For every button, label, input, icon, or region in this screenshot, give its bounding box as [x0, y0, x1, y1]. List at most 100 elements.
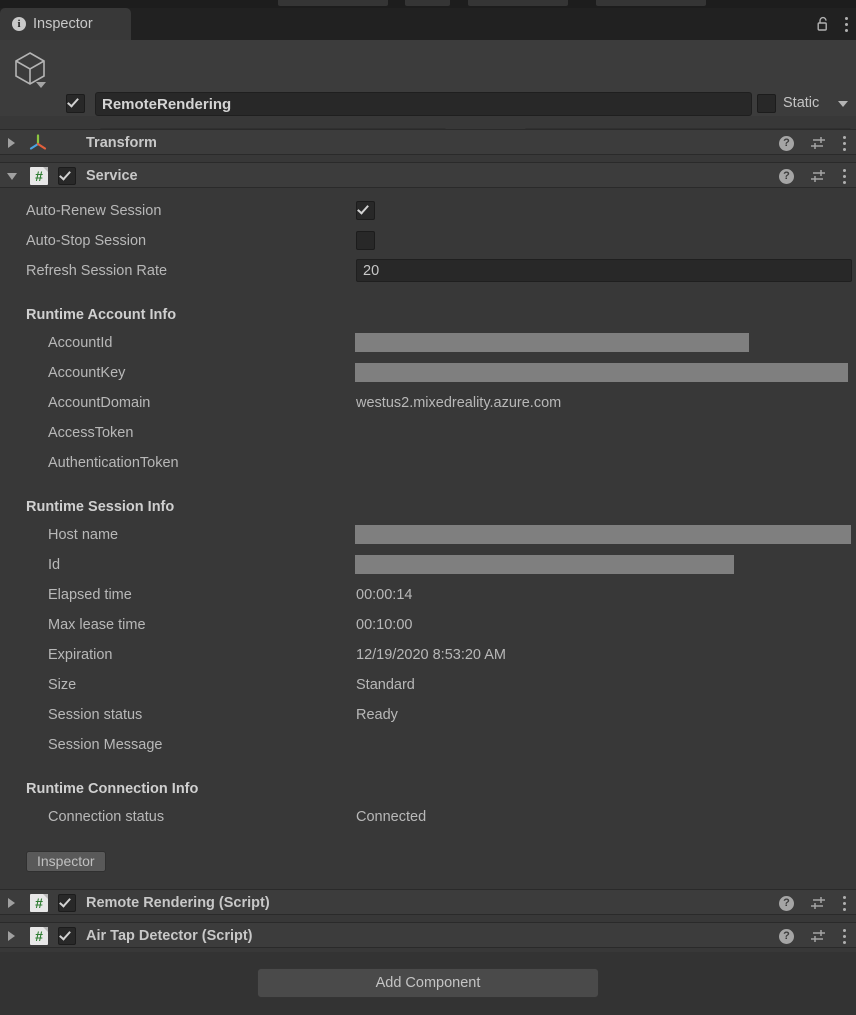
static-checkbox[interactable]: [757, 94, 776, 113]
tab-inspector-label: Inspector: [33, 16, 93, 32]
component-title-air-tap-detector: Air Tap Detector (Script): [86, 928, 253, 944]
property-label: Id: [48, 557, 61, 573]
component-title-transform: Transform: [86, 135, 157, 151]
inspector-button[interactable]: Inspector: [26, 851, 106, 872]
foldout-arrow-icon[interactable]: [7, 173, 17, 180]
property-row-elapsed-time: Elapsed time 00:00:14: [0, 580, 856, 610]
csharp-script-icon: #: [30, 167, 48, 185]
property-label: AccountDomain: [48, 395, 151, 411]
component-actions: ?: [779, 890, 846, 916]
csharp-script-icon: #: [30, 927, 48, 945]
component-title-remote-rendering: Remote Rendering (Script): [86, 895, 270, 911]
check-icon: [59, 895, 71, 908]
property-label: Connection status: [48, 809, 165, 825]
gameobject-enabled-checkbox[interactable]: [66, 94, 85, 113]
property-row-connection-status: Connection status Connected: [0, 802, 856, 832]
inspector-button-label: Inspector: [37, 853, 95, 869]
kebab-menu-icon[interactable]: [842, 895, 846, 911]
property-label: Host name: [48, 527, 119, 543]
component-header-air-tap-detector[interactable]: # Air Tap Detector (Script) ?: [0, 922, 856, 948]
property-value: 00:00:14: [356, 587, 413, 603]
property-row-accountkey: AccountKey: [0, 358, 856, 388]
tabbar-actions: [816, 8, 848, 40]
add-component-button[interactable]: Add Component: [257, 968, 599, 998]
chevron-down-icon[interactable]: [36, 82, 46, 88]
component-header-transform[interactable]: Transform ?: [0, 129, 856, 155]
tab-sliver: [278, 0, 388, 6]
property-label: Expiration: [48, 647, 113, 663]
property-label: Session status: [48, 707, 143, 723]
component-actions: ?: [779, 130, 846, 156]
check-icon: [357, 202, 369, 215]
help-icon[interactable]: ?: [779, 895, 794, 911]
property-row-max-lease-time: Max lease time 00:10:00: [0, 610, 856, 640]
property-label: AccountKey: [48, 365, 126, 381]
property-row-id: Id: [0, 550, 856, 580]
check-icon: [67, 95, 79, 108]
property-label: Session Message: [48, 737, 163, 753]
property-row-accesstoken: AccessToken: [0, 418, 856, 448]
property-label: AccessToken: [48, 425, 134, 441]
property-label: Elapsed time: [48, 587, 132, 603]
component-enabled-checkbox[interactable]: [58, 927, 76, 945]
property-label: Auto-Renew Session: [26, 203, 162, 219]
check-icon: [59, 928, 71, 941]
redaction-bar: [355, 525, 851, 544]
property-row-refresh-session-rate: Refresh Session Rate 20: [0, 256, 856, 286]
gameobject-name-input[interactable]: RemoteRendering: [95, 92, 752, 116]
property-row-auto-renew-session: Auto-Renew Session: [0, 196, 856, 226]
component-actions: ?: [779, 923, 846, 949]
property-value: Standard: [356, 677, 415, 693]
property-value: westus2.mixedreality.azure.com: [356, 395, 562, 411]
preset-sliders-icon[interactable]: [810, 135, 826, 151]
static-label: Static: [783, 95, 820, 111]
inspector-tabbar: i Inspector: [0, 8, 856, 40]
help-icon[interactable]: ?: [779, 928, 794, 944]
property-row-accountdomain: AccountDomain westus2.mixedreality.azure…: [0, 388, 856, 418]
static-dropdown-arrow-icon[interactable]: [838, 101, 848, 107]
auto-renew-session-checkbox[interactable]: [356, 201, 375, 220]
tab-inspector[interactable]: i Inspector: [0, 8, 131, 40]
component-actions: ?: [779, 163, 846, 189]
lock-open-icon[interactable]: [816, 16, 830, 32]
property-row-host-name: Host name: [0, 520, 856, 550]
property-label: Refresh Session Rate: [26, 263, 168, 279]
auto-stop-session-checkbox[interactable]: [356, 231, 375, 250]
preset-sliders-icon[interactable]: [810, 928, 826, 944]
foldout-arrow-icon[interactable]: [8, 138, 15, 148]
redaction-bar: [355, 363, 848, 382]
help-icon[interactable]: ?: [779, 135, 794, 151]
preset-sliders-icon[interactable]: [810, 895, 826, 911]
redaction-bar: [355, 555, 734, 574]
property-label: Auto-Stop Session: [26, 233, 147, 249]
property-value: 00:10:00: [356, 617, 413, 633]
property-value: Ready: [356, 707, 398, 723]
refresh-session-rate-input[interactable]: 20: [356, 259, 852, 282]
inspector-window: i Inspector RemoteRendering Static Trans…: [0, 0, 856, 1015]
property-label: AuthenticationToken: [48, 455, 179, 471]
component-header-service[interactable]: # Service ?: [0, 162, 856, 188]
property-row-expiration: Expiration 12/19/2020 8:53:20 AM: [0, 640, 856, 670]
property-value: 12/19/2020 8:53:20 AM: [356, 647, 506, 663]
refresh-session-rate-value: 20: [363, 262, 380, 279]
info-icon: i: [12, 17, 26, 31]
component-title-service: Service: [86, 168, 138, 184]
kebab-menu-icon[interactable]: [842, 135, 846, 151]
redaction-bar: [355, 333, 749, 352]
component-enabled-checkbox[interactable]: [58, 167, 76, 185]
foldout-arrow-icon[interactable]: [8, 931, 15, 941]
kebab-menu-icon[interactable]: [842, 168, 846, 184]
transform-axis-icon: [28, 133, 48, 153]
component-header-remote-rendering[interactable]: # Remote Rendering (Script) ?: [0, 889, 856, 915]
kebab-menu-icon[interactable]: [844, 16, 848, 32]
preset-sliders-icon[interactable]: [810, 168, 826, 184]
component-enabled-checkbox[interactable]: [58, 894, 76, 912]
kebab-menu-icon[interactable]: [842, 928, 846, 944]
section-heading-runtime-connection-info: Runtime Connection Info: [26, 781, 199, 797]
section-heading-runtime-session-info: Runtime Session Info: [26, 499, 175, 515]
section-heading-runtime-account-info: Runtime Account Info: [26, 307, 177, 323]
foldout-arrow-icon[interactable]: [8, 898, 15, 908]
property-label: Max lease time: [48, 617, 146, 633]
help-icon[interactable]: ?: [779, 168, 794, 184]
property-row-session-status: Session status Ready: [0, 700, 856, 730]
